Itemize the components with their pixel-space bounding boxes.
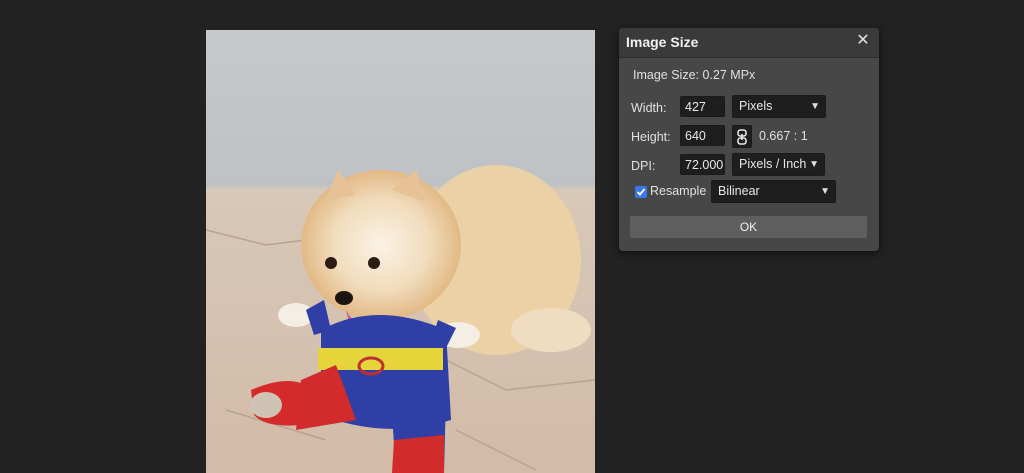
chevron-down-icon: ▼ <box>810 101 820 112</box>
height-label: Height: <box>631 130 671 144</box>
resample-label: Resample <box>650 184 707 198</box>
dialog-title: Image Size <box>626 34 699 50</box>
height-input[interactable]: 640 <box>680 125 725 146</box>
resample-checkbox[interactable] <box>635 186 647 198</box>
width-unit-select[interactable]: Pixels ▼ <box>732 95 826 118</box>
resample-method-value: Bilinear <box>718 184 760 198</box>
dialog-header: Image Size ✕ <box>619 28 879 58</box>
constrain-proportions-button[interactable] <box>732 125 752 148</box>
chevron-down-icon: ▼ <box>809 159 819 170</box>
checkmark-icon <box>636 188 646 196</box>
dpi-input[interactable]: 72.000 <box>680 154 725 175</box>
dpi-label: DPI: <box>631 159 656 173</box>
dpi-unit-value: Pixels / Inch <box>739 157 807 171</box>
image-size-info: Image Size: 0.27 MPx <box>633 68 756 82</box>
width-label: Width: <box>631 101 667 115</box>
chain-link-icon <box>737 129 747 145</box>
width-unit-value: Pixels <box>739 99 773 113</box>
dpi-unit-select[interactable]: Pixels / Inch ▼ <box>732 153 825 176</box>
width-input[interactable]: 427 <box>680 96 725 117</box>
aspect-ratio: 0.667 : 1 <box>759 129 808 143</box>
resample-method-select[interactable]: Bilinear ▼ <box>711 180 836 203</box>
image-canvas[interactable] <box>206 30 595 473</box>
dog-photo <box>206 30 595 473</box>
image-size-dialog: Image Size ✕ Image Size: 0.27 MPx Width:… <box>619 28 879 251</box>
chevron-down-icon: ▼ <box>820 186 830 197</box>
ok-button[interactable]: OK <box>630 216 867 238</box>
close-icon[interactable]: ✕ <box>855 33 871 49</box>
